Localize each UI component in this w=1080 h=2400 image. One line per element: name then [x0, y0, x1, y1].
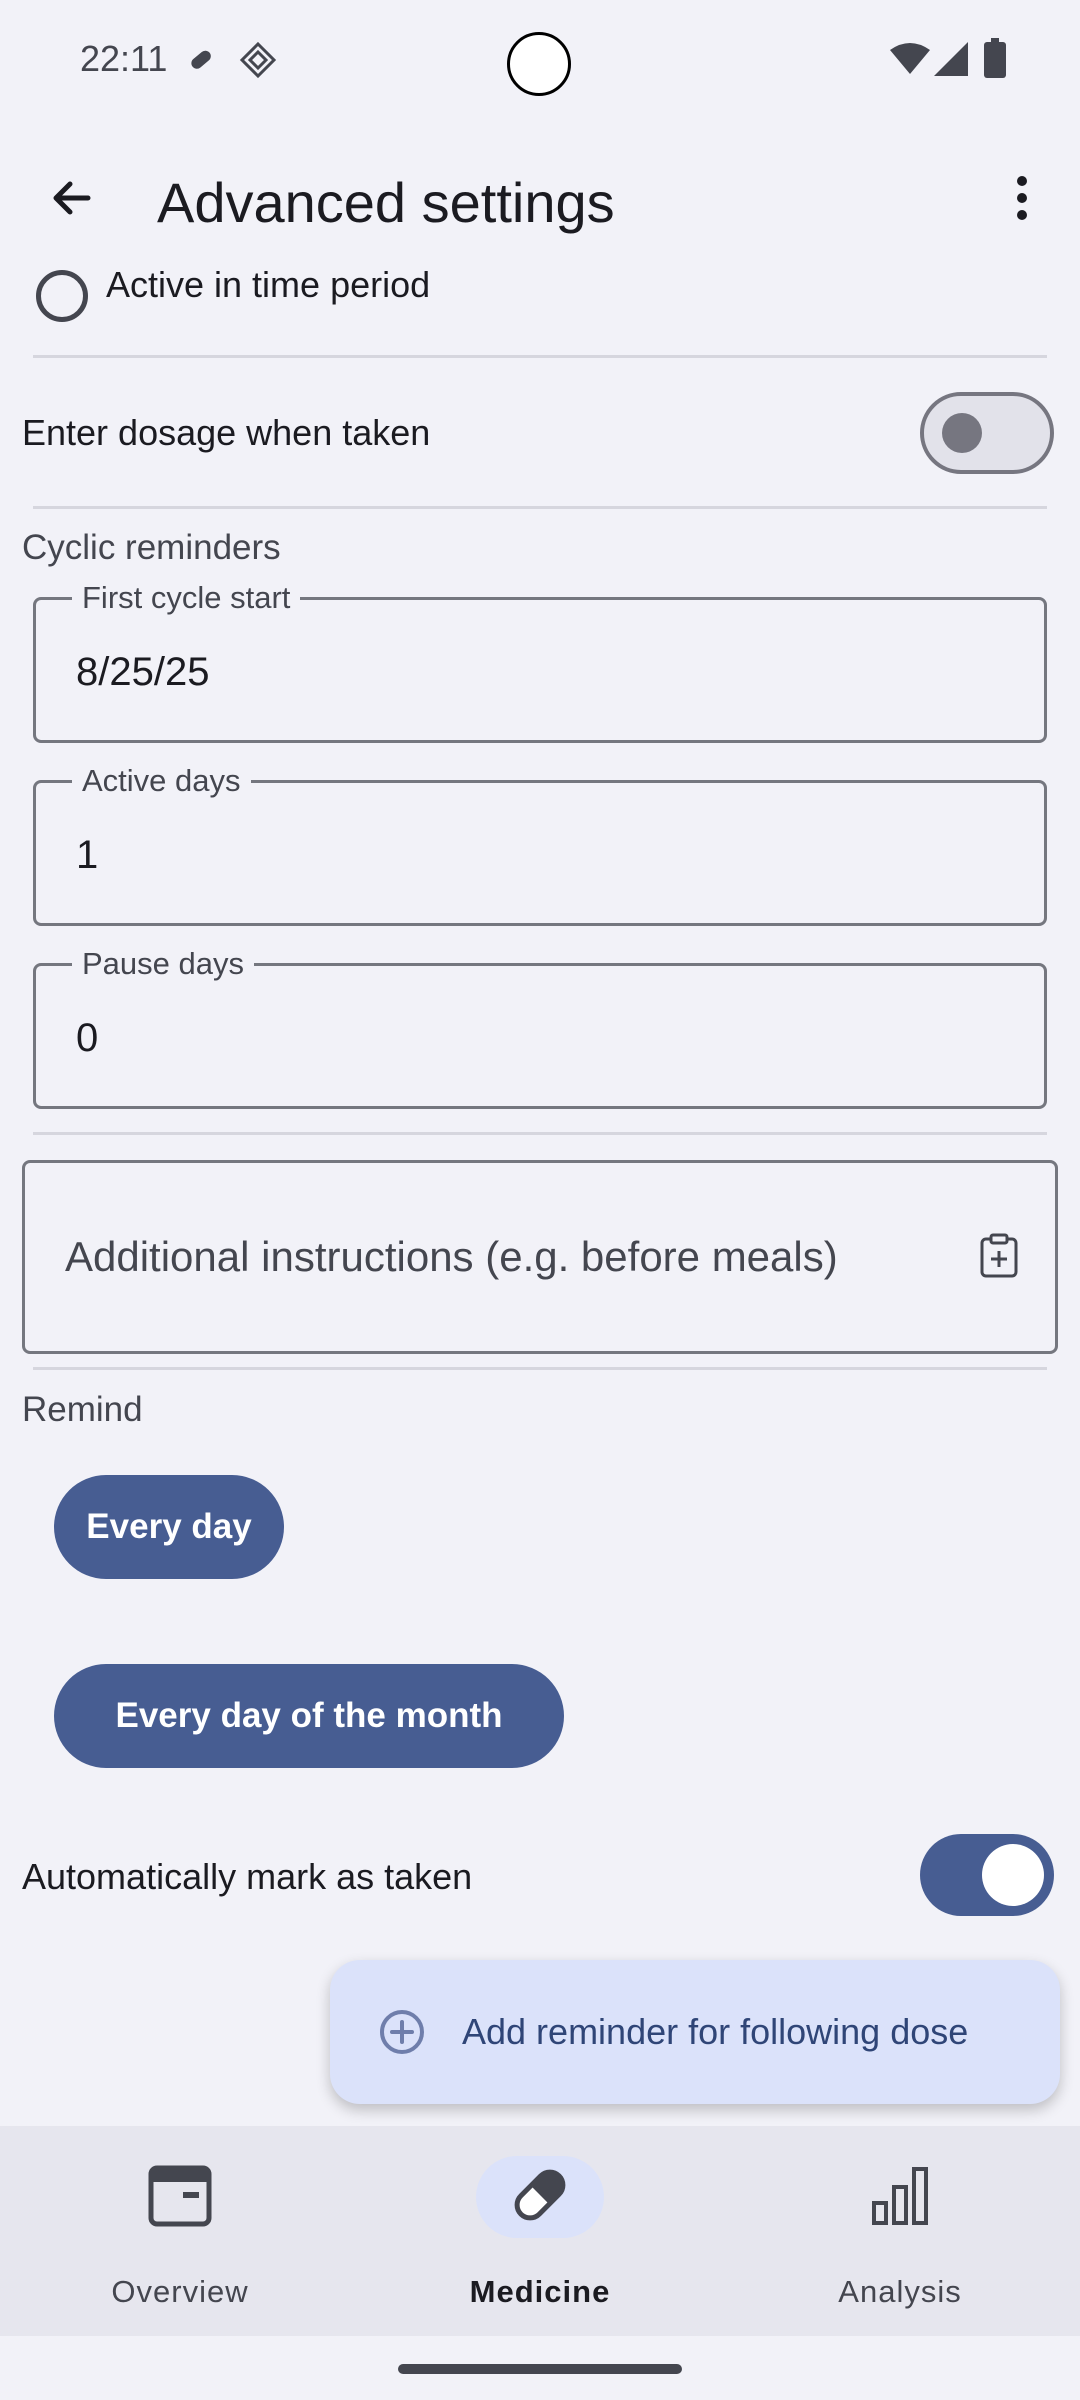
divider — [33, 1367, 1047, 1370]
chip-every-day-of-month[interactable]: Every day of the month — [54, 1664, 564, 1768]
bar-chart-icon — [870, 2165, 930, 2230]
add-reminder-fab-label: Add reminder for following dose — [462, 2011, 969, 2052]
radio-active-in-time-period[interactable] — [36, 270, 88, 322]
first-cycle-start-label: First cycle start — [72, 578, 301, 618]
auto-mark-toggle-switch[interactable] — [920, 1834, 1054, 1916]
first-cycle-start-value: 8/25/25 — [76, 650, 210, 694]
more-vert-icon — [1014, 174, 1030, 227]
battery-icon — [984, 38, 1006, 83]
active-days-label: Active days — [72, 761, 251, 801]
app-icon — [238, 40, 278, 85]
chip-every-day[interactable]: Every day — [54, 1475, 284, 1579]
additional-instructions-field[interactable]: Additional instructions (e.g. before mea… — [22, 1160, 1058, 1354]
nav-item-overview[interactable]: Overview — [0, 2126, 360, 2336]
status-time: 22:11 — [80, 38, 168, 79]
pill-icon — [507, 2162, 573, 2233]
home-indicator[interactable] — [398, 2364, 682, 2374]
nav-item-medicine[interactable]: Medicine — [360, 2126, 720, 2336]
clipboard-add-icon[interactable] — [979, 1233, 1019, 1284]
radio-active-in-time-period-label: Active in time period — [106, 264, 431, 305]
divider — [33, 506, 1047, 509]
camera-cutout — [507, 32, 571, 96]
divider — [33, 1132, 1047, 1135]
add-circle-icon — [378, 2008, 426, 2056]
page-title: Advanced settings — [157, 171, 615, 234]
pill-icon — [186, 46, 214, 79]
dosage-toggle-switch[interactable] — [920, 392, 1054, 474]
bottom-navigation: Overview Medicine Analysis — [0, 2126, 1080, 2336]
dosage-toggle-label: Enter dosage when taken — [22, 412, 431, 453]
pause-days-label: Pause days — [72, 944, 254, 984]
arrow-back-icon — [48, 174, 96, 227]
calendar-icon — [147, 2162, 213, 2233]
additional-instructions-placeholder: Additional instructions (e.g. before mea… — [65, 1233, 838, 1280]
nav-label-analysis: Analysis — [838, 2274, 962, 2309]
pause-days-field[interactable]: Pause days 0 — [33, 944, 1047, 1109]
divider — [33, 355, 1047, 358]
nav-label-medicine: Medicine — [469, 2274, 611, 2309]
first-cycle-start-field[interactable]: First cycle start 8/25/25 — [33, 578, 1047, 743]
cyclic-reminders-label: Cyclic reminders — [22, 528, 281, 567]
nav-item-analysis[interactable]: Analysis — [720, 2126, 1080, 2336]
active-days-field[interactable]: Active days 1 — [33, 761, 1047, 926]
settings-scroll-area[interactable]: Active in time period Enter dosage when … — [0, 262, 1080, 2130]
pause-days-value: 0 — [76, 1016, 99, 1060]
wifi-icon — [890, 42, 930, 81]
signal-icon — [934, 42, 968, 81]
nav-label-overview: Overview — [111, 2274, 249, 2309]
more-options-button[interactable] — [986, 164, 1058, 236]
remind-label: Remind — [22, 1390, 143, 1429]
add-reminder-fab[interactable]: Add reminder for following dose — [330, 1960, 1060, 2104]
active-days-value: 1 — [76, 833, 99, 877]
auto-mark-toggle-label: Automatically mark as taken — [22, 1856, 473, 1897]
back-button[interactable] — [36, 164, 108, 236]
